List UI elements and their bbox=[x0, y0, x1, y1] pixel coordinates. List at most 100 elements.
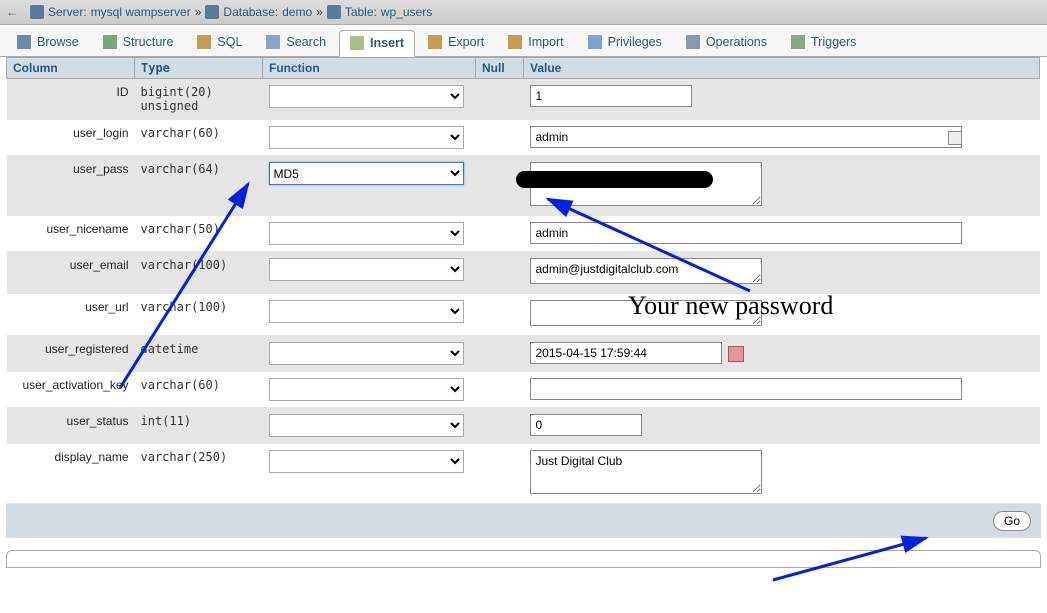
function-select[interactable] bbox=[269, 300, 464, 323]
db-label: Database: bbox=[223, 5, 278, 19]
null-cell bbox=[476, 372, 524, 408]
next-fieldset bbox=[6, 550, 1041, 568]
triggers-icon bbox=[791, 35, 805, 49]
server-label: Server: bbox=[48, 5, 87, 19]
header-function: Function bbox=[263, 58, 476, 79]
column-name: user_pass bbox=[7, 156, 135, 216]
column-type: varchar(100) bbox=[135, 252, 263, 294]
column-name: user_activation_key bbox=[7, 372, 135, 408]
table-row: user_registereddatetime bbox=[7, 336, 1040, 372]
tab-triggers[interactable]: Triggers bbox=[780, 29, 867, 56]
tab-label: SQL bbox=[217, 35, 242, 49]
null-cell bbox=[476, 294, 524, 336]
function-select[interactable] bbox=[269, 85, 464, 108]
table-row: user_activation_keyvarchar(60) bbox=[7, 372, 1040, 408]
function-select[interactable] bbox=[269, 126, 464, 149]
column-name: ID bbox=[7, 79, 135, 120]
function-select[interactable] bbox=[269, 378, 464, 401]
breadcrumb-database[interactable]: Database: demo bbox=[201, 5, 316, 19]
tab-label: Privileges bbox=[608, 35, 662, 49]
column-name: user_nicename bbox=[7, 216, 135, 252]
function-select[interactable] bbox=[269, 450, 464, 473]
null-cell bbox=[476, 252, 524, 294]
header-value: Value bbox=[524, 58, 1040, 79]
null-cell bbox=[476, 444, 524, 504]
column-name: user_login bbox=[7, 120, 135, 156]
calendar-icon[interactable] bbox=[728, 346, 744, 362]
tab-label: Search bbox=[286, 35, 326, 49]
table-row: user_statusint(11) bbox=[7, 408, 1040, 444]
value-input[interactable] bbox=[530, 450, 762, 494]
table-name: wp_users bbox=[381, 5, 432, 19]
column-type: varchar(100) bbox=[135, 294, 263, 336]
autofill-icon bbox=[948, 131, 962, 145]
column-name: user_status bbox=[7, 408, 135, 444]
tab-search[interactable]: Search bbox=[255, 29, 337, 56]
export-icon bbox=[428, 35, 442, 49]
import-icon bbox=[508, 35, 522, 49]
value-input[interactable] bbox=[530, 85, 692, 107]
column-name: display_name bbox=[7, 444, 135, 504]
tab-label: Structure bbox=[123, 35, 174, 49]
column-type: varchar(60) bbox=[135, 372, 263, 408]
table-label: Table: bbox=[345, 5, 377, 19]
value-input[interactable] bbox=[530, 222, 962, 244]
column-name: user_registered bbox=[7, 336, 135, 372]
column-name: user_url bbox=[7, 294, 135, 336]
database-icon bbox=[205, 5, 219, 19]
value-input[interactable] bbox=[530, 414, 642, 436]
function-select[interactable] bbox=[269, 258, 464, 281]
tab-label: Import bbox=[528, 35, 563, 49]
function-select[interactable] bbox=[269, 342, 464, 365]
tab-label: Insert bbox=[370, 36, 404, 50]
tab-browse[interactable]: Browse bbox=[6, 29, 90, 56]
back-arrow-icon[interactable]: ← bbox=[6, 5, 26, 19]
tab-import[interactable]: Import bbox=[497, 29, 574, 56]
null-cell bbox=[476, 216, 524, 252]
redaction-bar bbox=[516, 171, 713, 188]
header-column: Column bbox=[7, 58, 135, 79]
value-input[interactable] bbox=[530, 300, 762, 326]
tab-privileges[interactable]: Privileges bbox=[577, 29, 673, 56]
breadcrumb-server[interactable]: Server: mysql wampserver bbox=[26, 5, 195, 19]
table-row: user_urlvarchar(100) bbox=[7, 294, 1040, 336]
breadcrumb-separator: » bbox=[195, 5, 202, 19]
go-button[interactable]: Go bbox=[993, 511, 1031, 531]
table-row: user_nicenamevarchar(50) bbox=[7, 216, 1040, 252]
server-name: mysql wampserver bbox=[91, 5, 191, 19]
value-input[interactable] bbox=[530, 378, 962, 400]
tab-operations[interactable]: Operations bbox=[675, 29, 778, 56]
privileges-icon bbox=[588, 35, 602, 49]
table-icon bbox=[327, 5, 341, 19]
null-cell bbox=[476, 79, 524, 120]
value-input[interactable] bbox=[530, 126, 962, 148]
function-select[interactable] bbox=[269, 222, 464, 245]
null-cell bbox=[476, 336, 524, 372]
tab-export[interactable]: Export bbox=[417, 29, 495, 56]
table-row: display_namevarchar(250) bbox=[7, 444, 1040, 504]
sql-icon bbox=[197, 35, 211, 49]
browse-icon bbox=[17, 35, 31, 49]
column-type: int(11) bbox=[135, 408, 263, 444]
breadcrumb-table[interactable]: Table: wp_users bbox=[323, 5, 436, 19]
form-footer: Go bbox=[6, 504, 1041, 538]
structure-icon bbox=[103, 35, 117, 49]
tab-label: Triggers bbox=[811, 35, 856, 49]
function-select[interactable] bbox=[269, 414, 464, 437]
operations-icon bbox=[686, 35, 700, 49]
search-icon bbox=[266, 35, 280, 49]
tab-label: Export bbox=[448, 35, 484, 49]
table-row: user_loginvarchar(60) bbox=[7, 120, 1040, 156]
db-name: demo bbox=[282, 5, 312, 19]
tab-insert[interactable]: Insert bbox=[339, 30, 415, 57]
column-name: user_email bbox=[7, 252, 135, 294]
tab-structure[interactable]: Structure bbox=[92, 29, 185, 56]
breadcrumb-separator: » bbox=[316, 5, 323, 19]
tab-sql[interactable]: SQL bbox=[186, 29, 253, 56]
column-type: varchar(250) bbox=[135, 444, 263, 504]
value-input[interactable] bbox=[530, 342, 722, 364]
value-input[interactable] bbox=[530, 258, 762, 284]
column-type: varchar(50) bbox=[135, 216, 263, 252]
tab-label: Operations bbox=[706, 35, 767, 49]
function-select[interactable]: MD5 bbox=[269, 162, 464, 185]
